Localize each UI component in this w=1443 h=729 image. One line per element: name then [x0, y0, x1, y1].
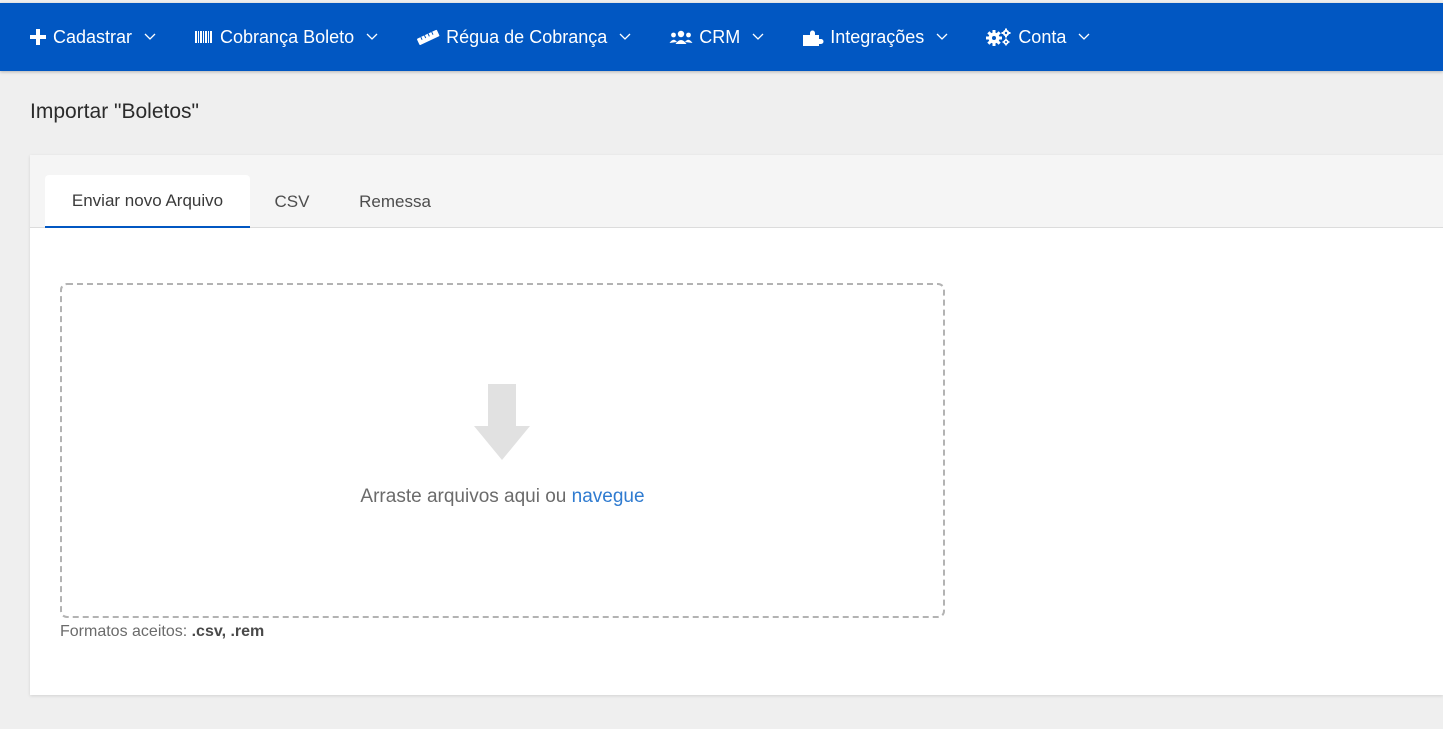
nav-item-label: Régua de Cobrança: [446, 26, 608, 47]
tabs-bar: Enviar novo Arquivo CSV Remessa: [30, 155, 1443, 228]
nav-item-label: Cadastrar: [53, 26, 133, 47]
ruler-icon: [416, 29, 440, 45]
nav-item-conta[interactable]: Conta: [986, 27, 1090, 48]
accepted-formats: Formatos aceitos: .csv, .rem: [60, 623, 264, 641]
page-title: Importar "Boletos": [30, 100, 199, 123]
file-dropzone[interactable]: Arraste arquivos aqui ou navegue: [60, 283, 945, 618]
tab-remessa[interactable]: Remessa: [348, 175, 442, 228]
plus-icon: [29, 28, 47, 46]
nav-item-crm[interactable]: CRM: [669, 27, 764, 48]
formats-label: Formatos aceitos:: [60, 623, 188, 640]
chevron-down-icon: [366, 33, 378, 41]
nav-item-cadastrar[interactable]: Cadastrar: [29, 27, 156, 48]
arrow-down-icon: [474, 384, 530, 465]
formats-values: .csv, .rem: [191, 623, 265, 640]
puzzle-icon: [802, 27, 824, 47]
chevron-down-icon: [936, 33, 948, 41]
chevron-down-icon: [144, 33, 156, 41]
tab-enviar-novo-arquivo[interactable]: Enviar novo Arquivo: [45, 175, 250, 228]
users-icon: [669, 29, 693, 45]
chevron-down-icon: [752, 33, 764, 41]
barcode-icon: [194, 29, 214, 45]
chevron-down-icon: [1078, 33, 1090, 41]
browse-link[interactable]: navegue: [572, 486, 645, 507]
top-navbar: Cadastrar Cobrança Boleto Régua de Cobra…: [0, 3, 1443, 71]
chevron-down-icon: [619, 33, 631, 41]
nav-item-label: Cobrança Boleto: [220, 26, 355, 47]
gears-icon: [986, 28, 1012, 46]
nav-item-label: Integrações: [830, 26, 925, 47]
dropzone-instruction: Arraste arquivos aqui ou: [360, 486, 567, 507]
nav-item-regua-de-cobranca[interactable]: Régua de Cobrança: [416, 27, 631, 48]
nav-item-cobranca-boleto[interactable]: Cobrança Boleto: [194, 27, 378, 48]
nav-item-integracoes[interactable]: Integrações: [802, 27, 948, 48]
tab-csv[interactable]: CSV: [260, 175, 324, 228]
nav-item-label: CRM: [699, 26, 741, 47]
nav-item-label: Conta: [1018, 26, 1067, 47]
import-card: Enviar novo Arquivo CSV Remessa Arraste …: [30, 155, 1443, 695]
dropzone-text: Arraste arquivos aqui ou navegue: [62, 486, 943, 508]
